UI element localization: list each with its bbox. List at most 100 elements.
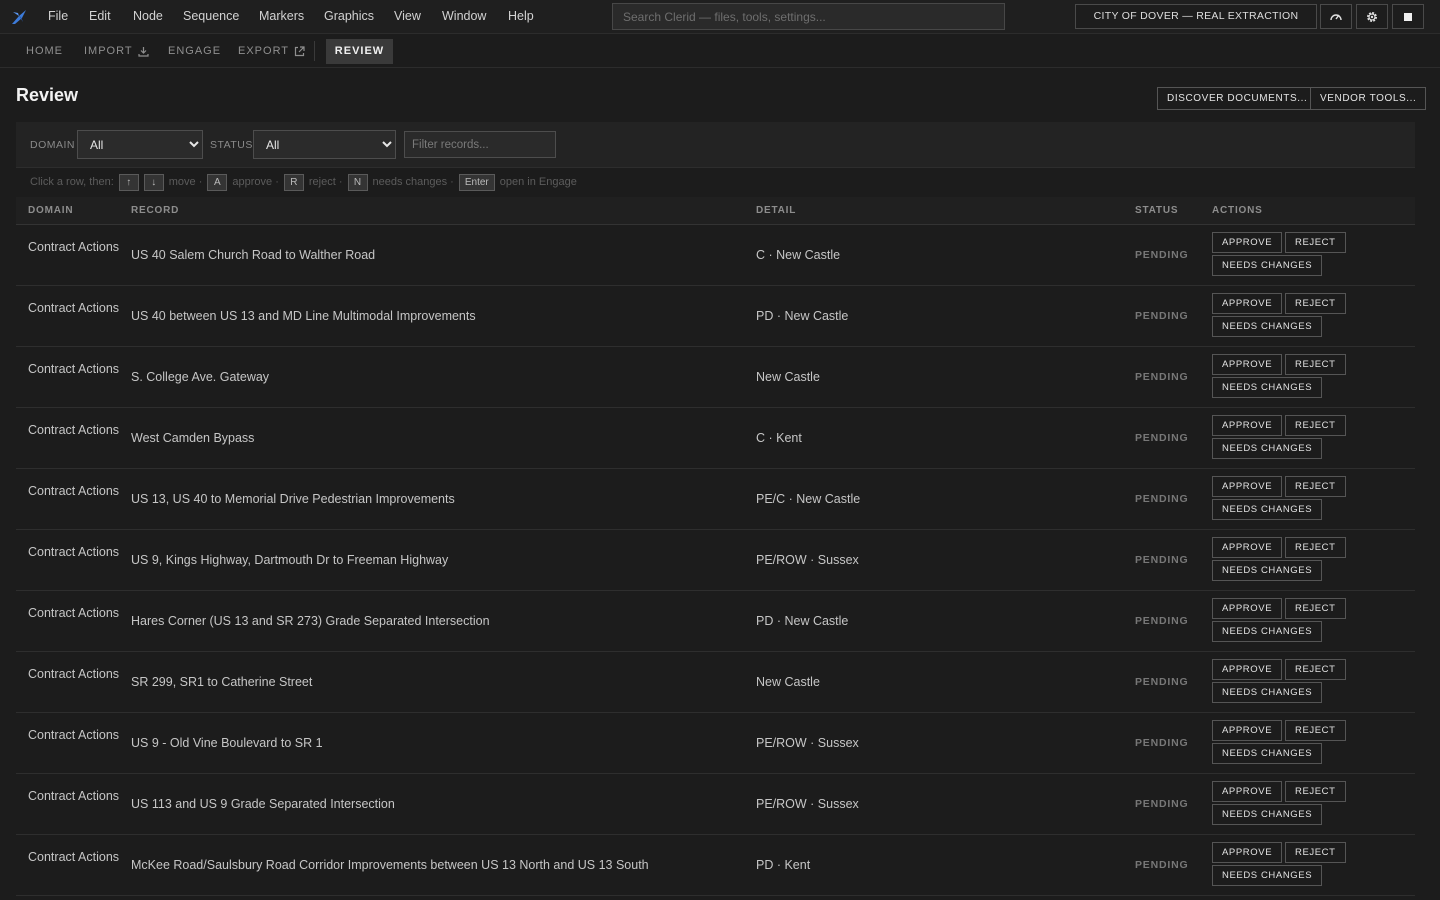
key-down: ↓ bbox=[143, 173, 164, 191]
record-filter-input[interactable] bbox=[404, 131, 556, 158]
reject-button[interactable]: REJECT bbox=[1285, 537, 1346, 558]
menu-markers[interactable]: Markers bbox=[259, 9, 304, 23]
row-detail: New Castle bbox=[756, 370, 820, 384]
row-status: PENDING bbox=[1135, 737, 1189, 749]
row-domain: Contract Actions bbox=[28, 545, 120, 559]
reject-button[interactable]: REJECT bbox=[1285, 415, 1346, 436]
needs-changes-button[interactable]: NEEDS CHANGES bbox=[1212, 621, 1323, 642]
filter-bar: DOMAIN All STATUS All bbox=[16, 122, 1415, 168]
table-row[interactable]: Contract Actions US 40 between US 13 and… bbox=[16, 286, 1415, 347]
approve-button[interactable]: APPROVE bbox=[1212, 842, 1283, 863]
column-status[interactable]: STATUS bbox=[1135, 205, 1178, 216]
reject-button[interactable]: REJECT bbox=[1285, 842, 1346, 863]
approve-button[interactable]: APPROVE bbox=[1212, 232, 1283, 253]
needs-changes-button[interactable]: NEEDS CHANGES bbox=[1212, 499, 1323, 520]
reject-button[interactable]: REJECT bbox=[1285, 476, 1346, 497]
menu-view[interactable]: View bbox=[394, 9, 421, 23]
row-domain: Contract Actions bbox=[28, 423, 120, 437]
table-row[interactable]: Contract Actions US 40 Salem Church Road… bbox=[16, 225, 1415, 286]
project-selector[interactable]: CITY OF DOVER — REAL EXTRACTION (DEMO) bbox=[1075, 4, 1317, 45]
column-detail[interactable]: DETAIL bbox=[756, 205, 796, 216]
needs-changes-button[interactable]: NEEDS CHANGES bbox=[1212, 316, 1323, 337]
row-status: PENDING bbox=[1135, 310, 1189, 322]
stop-button[interactable] bbox=[1392, 4, 1424, 29]
row-status: PENDING bbox=[1135, 554, 1189, 566]
reject-button[interactable]: REJECT bbox=[1285, 781, 1346, 802]
menu-node[interactable]: Node bbox=[133, 9, 163, 23]
reject-button[interactable]: REJECT bbox=[1285, 354, 1346, 375]
needs-changes-button[interactable]: NEEDS CHANGES bbox=[1212, 560, 1323, 581]
menu-window[interactable]: Window bbox=[442, 9, 486, 23]
tab-review[interactable]: REVIEW bbox=[326, 39, 393, 64]
tab-engage-label: ENGAGE bbox=[168, 45, 222, 57]
reject-button[interactable]: REJECT bbox=[1285, 720, 1346, 741]
needs-changes-button[interactable]: NEEDS CHANGES bbox=[1212, 377, 1323, 398]
global-search-input[interactable] bbox=[612, 3, 1005, 30]
hint-approve: approve · bbox=[232, 176, 279, 188]
menu-edit[interactable]: Edit bbox=[89, 9, 111, 23]
approve-button[interactable]: APPROVE bbox=[1212, 476, 1283, 497]
hint-move: move · bbox=[168, 176, 203, 188]
approve-button[interactable]: APPROVE bbox=[1212, 781, 1283, 802]
table-row[interactable]: Contract Actions US 113 and US 9 Grade S… bbox=[16, 774, 1415, 835]
vendor-tools-button[interactable]: VENDOR TOOLS... bbox=[1310, 87, 1427, 110]
approve-button[interactable]: APPROVE bbox=[1212, 354, 1283, 375]
tab-engage[interactable]: ENGAGE bbox=[168, 34, 221, 68]
approve-button[interactable]: APPROVE bbox=[1212, 598, 1283, 619]
status-filter-select[interactable]: All bbox=[253, 130, 396, 159]
menu-file[interactable]: File bbox=[48, 9, 68, 23]
performance-button[interactable] bbox=[1320, 4, 1352, 29]
approve-button[interactable]: APPROVE bbox=[1212, 537, 1283, 558]
app-logo-icon[interactable] bbox=[9, 7, 29, 27]
tab-export[interactable]: EXPORT bbox=[238, 34, 305, 68]
menu-sequence[interactable]: Sequence bbox=[183, 9, 239, 23]
row-detail: C · Kent bbox=[756, 431, 802, 445]
needs-changes-button[interactable]: NEEDS CHANGES bbox=[1212, 682, 1323, 703]
approve-button[interactable]: APPROVE bbox=[1212, 720, 1283, 741]
tab-import[interactable]: IMPORT bbox=[84, 34, 149, 68]
tab-home[interactable]: HOME bbox=[26, 34, 63, 68]
table-row[interactable]: Contract Actions US 9, Kings Highway, Da… bbox=[16, 530, 1415, 591]
approve-button[interactable]: APPROVE bbox=[1212, 415, 1283, 436]
table-row[interactable]: Contract Actions S. College Ave. Gateway… bbox=[16, 347, 1415, 408]
row-detail: PE/C · New Castle bbox=[756, 492, 861, 506]
key-enter: Enter bbox=[458, 173, 495, 191]
tab-import-label: IMPORT bbox=[84, 45, 133, 57]
table-row[interactable]: Contract Actions Hares Corner (US 13 and… bbox=[16, 591, 1415, 652]
stop-icon bbox=[1404, 12, 1412, 21]
row-detail: PE/ROW · Sussex bbox=[756, 553, 859, 567]
row-detail: PD · New Castle bbox=[756, 614, 849, 628]
row-domain: Contract Actions bbox=[28, 850, 120, 864]
needs-changes-button[interactable]: NEEDS CHANGES bbox=[1212, 743, 1323, 764]
needs-changes-button[interactable]: NEEDS CHANGES bbox=[1212, 865, 1323, 886]
needs-changes-button[interactable]: NEEDS CHANGES bbox=[1212, 255, 1323, 276]
reject-button[interactable]: REJECT bbox=[1285, 598, 1346, 619]
needs-changes-button[interactable]: NEEDS CHANGES bbox=[1212, 804, 1323, 825]
column-domain[interactable]: DOMAIN bbox=[28, 205, 73, 216]
reject-button[interactable]: REJECT bbox=[1285, 659, 1346, 680]
table-row[interactable]: Contract Actions McKee Road/Saulsbury Ro… bbox=[16, 835, 1415, 896]
table-row[interactable]: Contract Actions US 9 - Old Vine Bouleva… bbox=[16, 713, 1415, 774]
gear-icon bbox=[1367, 11, 1377, 22]
hint-enter: open in Engage bbox=[499, 176, 577, 188]
discover-documents-button[interactable]: DISCOVER DOCUMENTS... bbox=[1157, 87, 1318, 110]
menu-help[interactable]: Help bbox=[508, 9, 534, 23]
key-reject: R bbox=[283, 173, 304, 191]
reject-button[interactable]: REJECT bbox=[1285, 232, 1346, 253]
needs-changes-button[interactable]: NEEDS CHANGES bbox=[1212, 438, 1323, 459]
row-detail: PE/ROW · Sussex bbox=[756, 797, 859, 811]
domain-filter-select[interactable]: All bbox=[77, 130, 203, 159]
row-record: US 40 Salem Church Road to Walther Road bbox=[131, 248, 376, 262]
menu-graphics[interactable]: Graphics bbox=[324, 9, 374, 23]
row-domain: Contract Actions bbox=[28, 789, 120, 803]
settings-button[interactable] bbox=[1356, 4, 1388, 29]
domain-filter-label: DOMAIN bbox=[30, 139, 75, 151]
approve-button[interactable]: APPROVE bbox=[1212, 293, 1283, 314]
table-row[interactable]: Contract Actions West Camden Bypass C · … bbox=[16, 408, 1415, 469]
approve-button[interactable]: APPROVE bbox=[1212, 659, 1283, 680]
row-domain: Contract Actions bbox=[28, 362, 120, 376]
table-row[interactable]: Contract Actions US 13, US 40 to Memoria… bbox=[16, 469, 1415, 530]
table-row[interactable]: Contract Actions SR 299, SR1 to Catherin… bbox=[16, 652, 1415, 713]
column-record[interactable]: RECORD bbox=[131, 205, 179, 216]
reject-button[interactable]: REJECT bbox=[1285, 293, 1346, 314]
